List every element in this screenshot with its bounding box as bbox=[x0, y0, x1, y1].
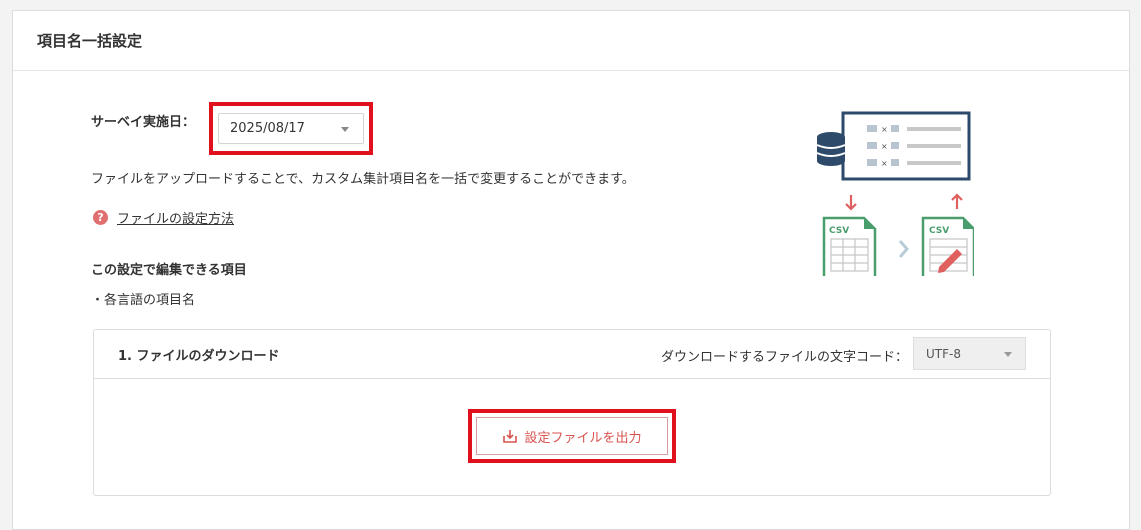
encoding-select[interactable]: UTF-8 bbox=[913, 337, 1026, 370]
svg-text:×: × bbox=[881, 125, 888, 134]
svg-text:CSV: CSV bbox=[929, 226, 949, 236]
encoding-value: UTF-8 bbox=[926, 346, 961, 361]
panel-header: 項目名一括設定 bbox=[13, 11, 1129, 71]
download-icon bbox=[503, 430, 518, 443]
survey-date-select[interactable]: 2025/08/17 bbox=[218, 113, 364, 144]
survey-date-row: サーベイ実施日： bbox=[91, 111, 195, 130]
survey-date-value: 2025/08/17 bbox=[230, 121, 305, 136]
arrow-down-icon bbox=[845, 195, 857, 211]
output-button-label: 設定ファイルを出力 bbox=[524, 430, 642, 446]
help-link[interactable]: ? ファイルの設定方法 bbox=[93, 208, 234, 227]
survey-date-label: サーベイ実施日： bbox=[91, 115, 196, 130]
csv-edit-file-icon: CSV bbox=[921, 216, 974, 276]
download-section-title: 1. ファイルのダウンロード bbox=[118, 348, 280, 364]
database-icon bbox=[816, 132, 846, 166]
description-text: ファイルをアップロードすることで、カスタム集計項目名を一括で変更することができま… bbox=[91, 172, 635, 187]
arrow-up-icon bbox=[951, 193, 963, 209]
output-settings-file-button[interactable]: 設定ファイルを出力 bbox=[476, 417, 668, 455]
chevron-down-icon bbox=[1004, 352, 1012, 357]
page-title: 項目名一括設定 bbox=[37, 32, 143, 50]
editable-item: ・各言語の項目名 bbox=[91, 293, 196, 308]
question-circle-icon: ? bbox=[93, 210, 108, 225]
chevron-right-icon bbox=[898, 240, 909, 258]
svg-text:CSV: CSV bbox=[829, 226, 849, 236]
svg-text:×: × bbox=[881, 159, 888, 168]
csv-file-icon: CSV bbox=[822, 216, 877, 276]
help-link-text[interactable]: ファイルの設定方法 bbox=[117, 208, 234, 227]
download-section-header: 1. ファイルのダウンロード ダウンロードするファイルの文字コード： UTF-8 bbox=[94, 330, 1050, 379]
chevron-down-icon bbox=[341, 127, 349, 132]
settings-panel: 項目名一括設定 サーベイ実施日： 2025/08/17 ファイルをアップロードす… bbox=[12, 10, 1130, 530]
csv-workflow-illustration: × × × CSV CSV bbox=[816, 111, 974, 276]
editable-items-title: この設定で編集できる項目 bbox=[91, 263, 247, 278]
encoding-label: ダウンロードするファイルの文字コード： bbox=[660, 350, 908, 365]
svg-text:×: × bbox=[881, 142, 888, 151]
